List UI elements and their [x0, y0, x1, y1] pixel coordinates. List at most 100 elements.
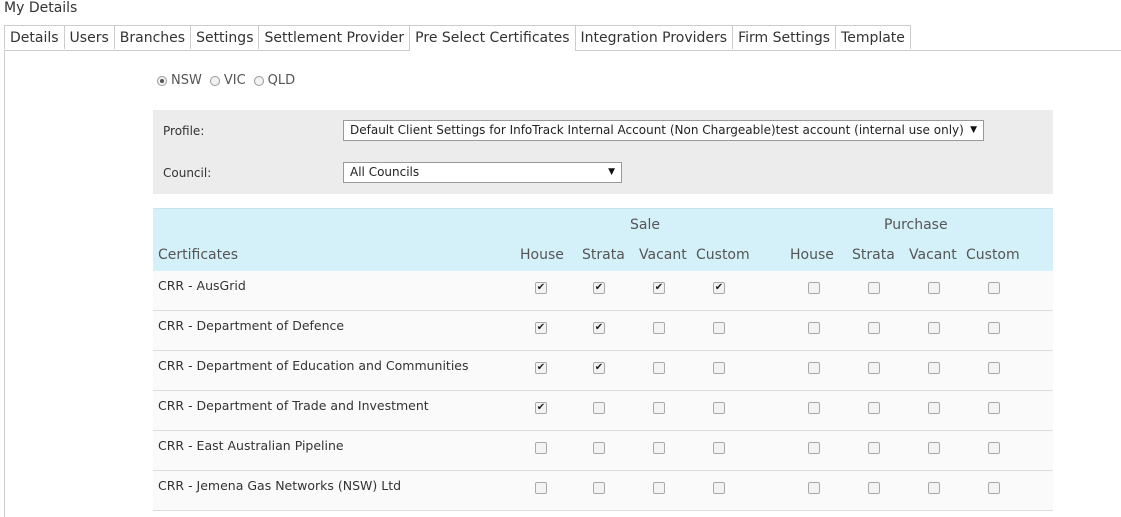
- certificates-table: Certificates Sale Purchase House Strata Vaca…: [153, 208, 1053, 511]
- certificate-name: CRR - Jemena Gas Networks (NSW) Ltd: [158, 478, 402, 493]
- certificates-header: Certificates: [158, 247, 239, 263]
- group-header-sale: Sale: [630, 217, 660, 233]
- unchecked-checkbox[interactable]: [653, 402, 665, 414]
- state-label: NSW: [171, 73, 202, 88]
- unchecked-checkbox[interactable]: [808, 362, 820, 374]
- unchecked-checkbox[interactable]: [868, 442, 880, 454]
- unchecked-checkbox[interactable]: [868, 282, 880, 294]
- unchecked-checkbox[interactable]: [653, 362, 665, 374]
- certificate-name: CRR - Department of Education and Commun…: [158, 358, 469, 373]
- tab-firm-settings[interactable]: Firm Settings: [732, 25, 837, 49]
- unchecked-checkbox[interactable]: [868, 402, 880, 414]
- unchecked-checkbox[interactable]: [653, 482, 665, 494]
- unchecked-checkbox[interactable]: [593, 402, 605, 414]
- table-row: CRR - East Australian Pipeline: [153, 431, 1053, 471]
- unchecked-checkbox[interactable]: [808, 482, 820, 494]
- unchecked-checkbox[interactable]: [868, 482, 880, 494]
- unchecked-checkbox[interactable]: [653, 442, 665, 454]
- unchecked-checkbox[interactable]: [928, 482, 940, 494]
- unchecked-checkbox[interactable]: [808, 322, 820, 334]
- state-option-qld[interactable]: QLD: [253, 73, 295, 88]
- table-row: CRR - Jemena Gas Networks (NSW) Ltd: [153, 471, 1053, 511]
- checked-checkbox[interactable]: ✔: [535, 282, 547, 294]
- checked-checkbox[interactable]: ✔: [593, 322, 605, 334]
- unchecked-checkbox[interactable]: [988, 482, 1000, 494]
- certificate-name: CRR - Department of Trade and Investment: [158, 398, 429, 413]
- unchecked-checkbox[interactable]: [535, 482, 547, 494]
- tab-template[interactable]: Template: [835, 25, 911, 49]
- state-option-nsw[interactable]: NSW: [157, 73, 202, 88]
- state-radio-group: NSW VIC QLD: [157, 73, 303, 88]
- column-header-sale-strata: Strata: [582, 247, 625, 263]
- unchecked-checkbox[interactable]: [713, 402, 725, 414]
- state-label: VIC: [223, 73, 246, 88]
- column-header-sale-custom: Custom: [696, 247, 750, 263]
- council-select-value: All Councils: [350, 165, 420, 179]
- page-title: My Details: [4, 0, 78, 16]
- tab-branches[interactable]: Branches: [113, 25, 192, 49]
- unchecked-checkbox[interactable]: [868, 322, 880, 334]
- column-header-purchase-house: House: [790, 247, 834, 263]
- unchecked-checkbox[interactable]: [988, 402, 1000, 414]
- column-header-sale-house: House: [520, 247, 564, 263]
- checked-checkbox[interactable]: ✔: [535, 362, 547, 374]
- checked-checkbox[interactable]: ✔: [653, 282, 665, 294]
- state-option-vic[interactable]: VIC: [209, 73, 246, 88]
- unchecked-checkbox[interactable]: [928, 322, 940, 334]
- checked-checkbox[interactable]: ✔: [593, 282, 605, 294]
- group-header-purchase: Purchase: [884, 217, 948, 233]
- table-body: CRR - AusGrid ✔ ✔ ✔ ✔ CRR - Department of Def…: [153, 271, 1053, 511]
- certificate-name: CRR - AusGrid: [158, 278, 246, 293]
- profile-label: Profile:: [163, 124, 205, 138]
- unchecked-checkbox[interactable]: [808, 282, 820, 294]
- radio-button[interactable]: [157, 75, 167, 86]
- checked-checkbox[interactable]: ✔: [535, 402, 547, 414]
- council-select[interactable]: All Councils ▼: [343, 162, 622, 183]
- unchecked-checkbox[interactable]: [928, 362, 940, 374]
- unchecked-checkbox[interactable]: [928, 402, 940, 414]
- unchecked-checkbox[interactable]: [988, 322, 1000, 334]
- unchecked-checkbox[interactable]: [868, 362, 880, 374]
- unchecked-checkbox[interactable]: [713, 322, 725, 334]
- unchecked-checkbox[interactable]: [988, 442, 1000, 454]
- unchecked-checkbox[interactable]: [928, 282, 940, 294]
- radio-button[interactable]: [253, 75, 264, 86]
- tab-pre-select-certificates[interactable]: Pre Select Certificates: [409, 25, 576, 51]
- certificate-name: CRR - Department of Defence: [158, 318, 345, 333]
- table-header: Certificates Sale Purchase House Strata Vaca…: [153, 208, 1053, 271]
- unchecked-checkbox[interactable]: [928, 442, 940, 454]
- unchecked-checkbox[interactable]: [713, 442, 725, 454]
- chevron-down-icon: ▼: [608, 167, 615, 177]
- unchecked-checkbox[interactable]: [593, 442, 605, 454]
- table-row: CRR - AusGrid ✔ ✔ ✔ ✔: [153, 271, 1053, 311]
- radio-button[interactable]: [209, 75, 220, 86]
- tab-details[interactable]: Details: [4, 25, 65, 49]
- unchecked-checkbox[interactable]: [713, 482, 725, 494]
- unchecked-checkbox[interactable]: [653, 322, 665, 334]
- checked-checkbox[interactable]: ✔: [593, 362, 605, 374]
- column-header-purchase-custom: Custom: [966, 247, 1020, 263]
- unchecked-checkbox[interactable]: [713, 362, 725, 374]
- unchecked-checkbox[interactable]: [988, 362, 1000, 374]
- chevron-down-icon: ▼: [970, 125, 977, 135]
- tab-settings[interactable]: Settings: [190, 25, 260, 49]
- checked-checkbox[interactable]: ✔: [713, 282, 725, 294]
- column-header-sale-vacant: Vacant: [639, 247, 687, 263]
- unchecked-checkbox[interactable]: [988, 282, 1000, 294]
- tab-bar: Details Users Branches Settings Settlement P…: [4, 25, 1121, 51]
- unchecked-checkbox[interactable]: [593, 482, 605, 494]
- unchecked-checkbox[interactable]: [808, 402, 820, 414]
- council-label: Council:: [163, 166, 212, 180]
- column-header-purchase-strata: Strata: [852, 247, 895, 263]
- table-row: CRR - Department of Trade and Investment…: [153, 391, 1053, 431]
- tab-integration-providers[interactable]: Integration Providers: [574, 25, 734, 49]
- tab-users[interactable]: Users: [63, 25, 115, 49]
- column-header-purchase-vacant: Vacant: [909, 247, 957, 263]
- unchecked-checkbox[interactable]: [535, 442, 547, 454]
- table-row: CRR - Department of Defence ✔ ✔: [153, 311, 1053, 351]
- tab-settlement-provider[interactable]: Settlement Provider: [258, 25, 411, 49]
- certificate-name: CRR - East Australian Pipeline: [158, 438, 344, 453]
- profile-select[interactable]: Default Client Settings for InfoTrack In…: [343, 120, 984, 141]
- checked-checkbox[interactable]: ✔: [535, 322, 547, 334]
- unchecked-checkbox[interactable]: [808, 442, 820, 454]
